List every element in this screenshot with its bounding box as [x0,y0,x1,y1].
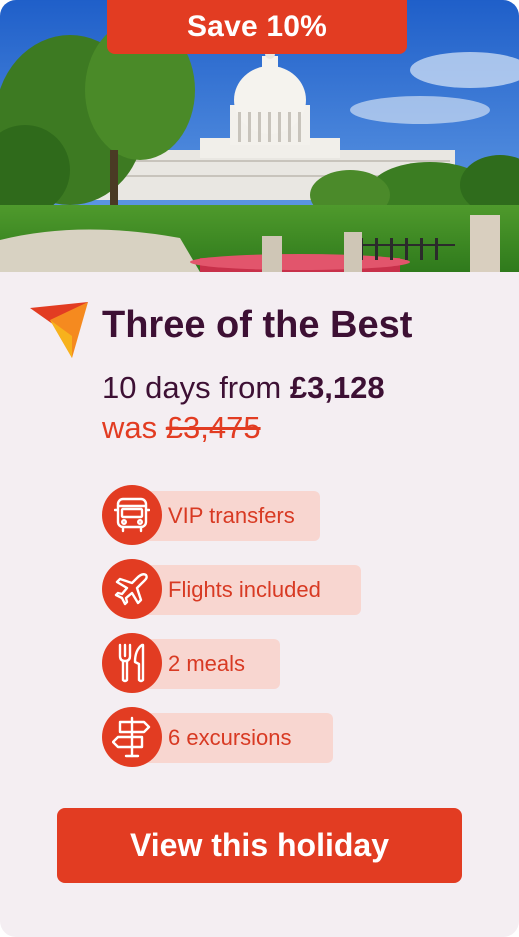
feature-pill: VIP transfers [136,491,320,541]
plane-icon [102,559,162,619]
duration-text: 10 days from [102,370,282,405]
save-badge-label: Save 10% [186,10,328,43]
save-badge: Save 10% [107,0,407,54]
feature-pill: 6 excursions [136,713,333,763]
old-price: £3,475 [165,410,261,445]
current-price: £3,128 [289,370,385,405]
coach-icon [102,485,162,545]
holiday-card[interactable]: Save 10% Three of the Best 10 days from … [0,0,519,937]
feature-label: 6 excursions [168,725,292,750]
cutlery-icon [102,633,162,693]
feature-label: 2 meals [168,651,246,676]
signpost-icon [102,707,162,767]
tour-title: Three of the Best [102,304,413,346]
feature-label: VIP transfers [168,503,295,528]
feature-label: Flights included [168,577,321,602]
view-holiday-button[interactable]: View this holiday [57,808,462,883]
price-line: 10 days from £3,128 [102,370,385,406]
brand-arrow-icon [30,302,88,358]
feature-pill: Flights included [136,565,361,615]
was-price-line: was £3,475 [102,410,261,446]
was-label: was [102,410,158,445]
